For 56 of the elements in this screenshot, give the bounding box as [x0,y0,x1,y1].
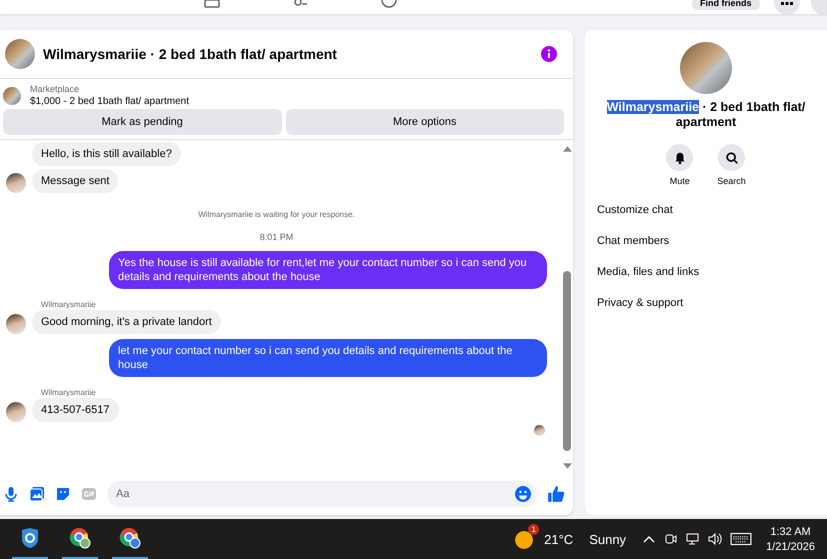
microphone-icon[interactable] [3,486,19,502]
photo-icon[interactable] [29,486,45,502]
incoming-message: 413-507-6517 [32,398,119,422]
listing-photo-placeholder [3,86,21,104]
browser-icon[interactable] [119,527,141,549]
emoji-icon[interactable] [515,486,531,502]
weather-condition: Sunny [589,532,626,546]
volume-icon[interactable] [708,532,722,546]
more-options-button[interactable]: More options [286,109,564,135]
thumbs-up-icon[interactable] [547,485,565,503]
menu-item[interactable]: Customize chat [597,204,815,216]
incoming-message: Good morning, it's a private landort [32,310,221,334]
kitchen-photo-placeholder [680,42,732,94]
outgoing-message: let me your contact number so i can send you details and requirements about the house [109,339,547,377]
weather-sun-icon[interactable] [514,530,534,550]
outgoing-message: Yes the house is still available for rent,let me your contact number so i can send you details and requirements about the house [109,251,547,289]
browser-icon[interactable] [69,527,91,549]
temperature: 21°C [544,532,574,546]
shield-icon[interactable] [19,527,41,549]
kitchen-photo-placeholder [5,39,35,69]
sticker-icon[interactable] [55,486,71,502]
scroll-up-icon[interactable] [562,146,572,152]
menu-item[interactable]: Privacy & support [597,297,815,309]
sender-name: Wilmarysmariie [41,388,97,397]
scrollbar-thumb[interactable] [563,271,571,451]
marketplace-icon[interactable] [204,0,220,8]
clock-date[interactable]: 1/21/2026 [766,540,815,552]
menu-item[interactable]: Media, files and links [597,266,815,278]
action-label: Mute [670,176,690,186]
avatar [6,173,26,193]
keyboard-icon[interactable] [730,532,752,546]
menu-item[interactable]: Chat members [597,235,815,247]
mark-pending-button[interactable]: Mark as pending [3,109,282,135]
chat-title: Wilmarysmariie · 2 bed 1bath flat/ apartment [43,46,338,62]
search-button[interactable] [718,144,745,171]
info-icon[interactable] [541,46,557,62]
read-receipt-avatar [534,425,545,436]
avatar [6,402,26,422]
status-notice: Wilmarysmariie is waiting for your response. [197,210,356,219]
notification-badge: 1 [528,524,540,535]
camera-icon[interactable] [664,532,678,546]
incoming-message: Message sent [32,169,118,193]
conversation-title: Wilmarysmariie · 2 bed 1bath flat/ apartment [606,100,806,130]
incoming-message: Hello, is this still available? [32,142,181,166]
avatar [6,314,26,334]
timestamp: 8:01 PM [258,232,294,242]
listing-source: Marketplace [30,84,80,94]
sender-name: Wilmarysmariie [41,300,97,309]
menu-grid-icon[interactable] [773,0,801,14]
message-input-field[interactable]: Aa [107,481,537,507]
listing-summary[interactable]: $1,000 - 2 bed 1bath flat/ apartment [30,96,189,107]
mute-button[interactable] [666,144,694,171]
search-icon [724,150,738,164]
action-label: Search [717,176,746,186]
scroll-down-icon[interactable] [562,463,572,469]
clock-time[interactable]: 1:32 AM [770,526,811,538]
